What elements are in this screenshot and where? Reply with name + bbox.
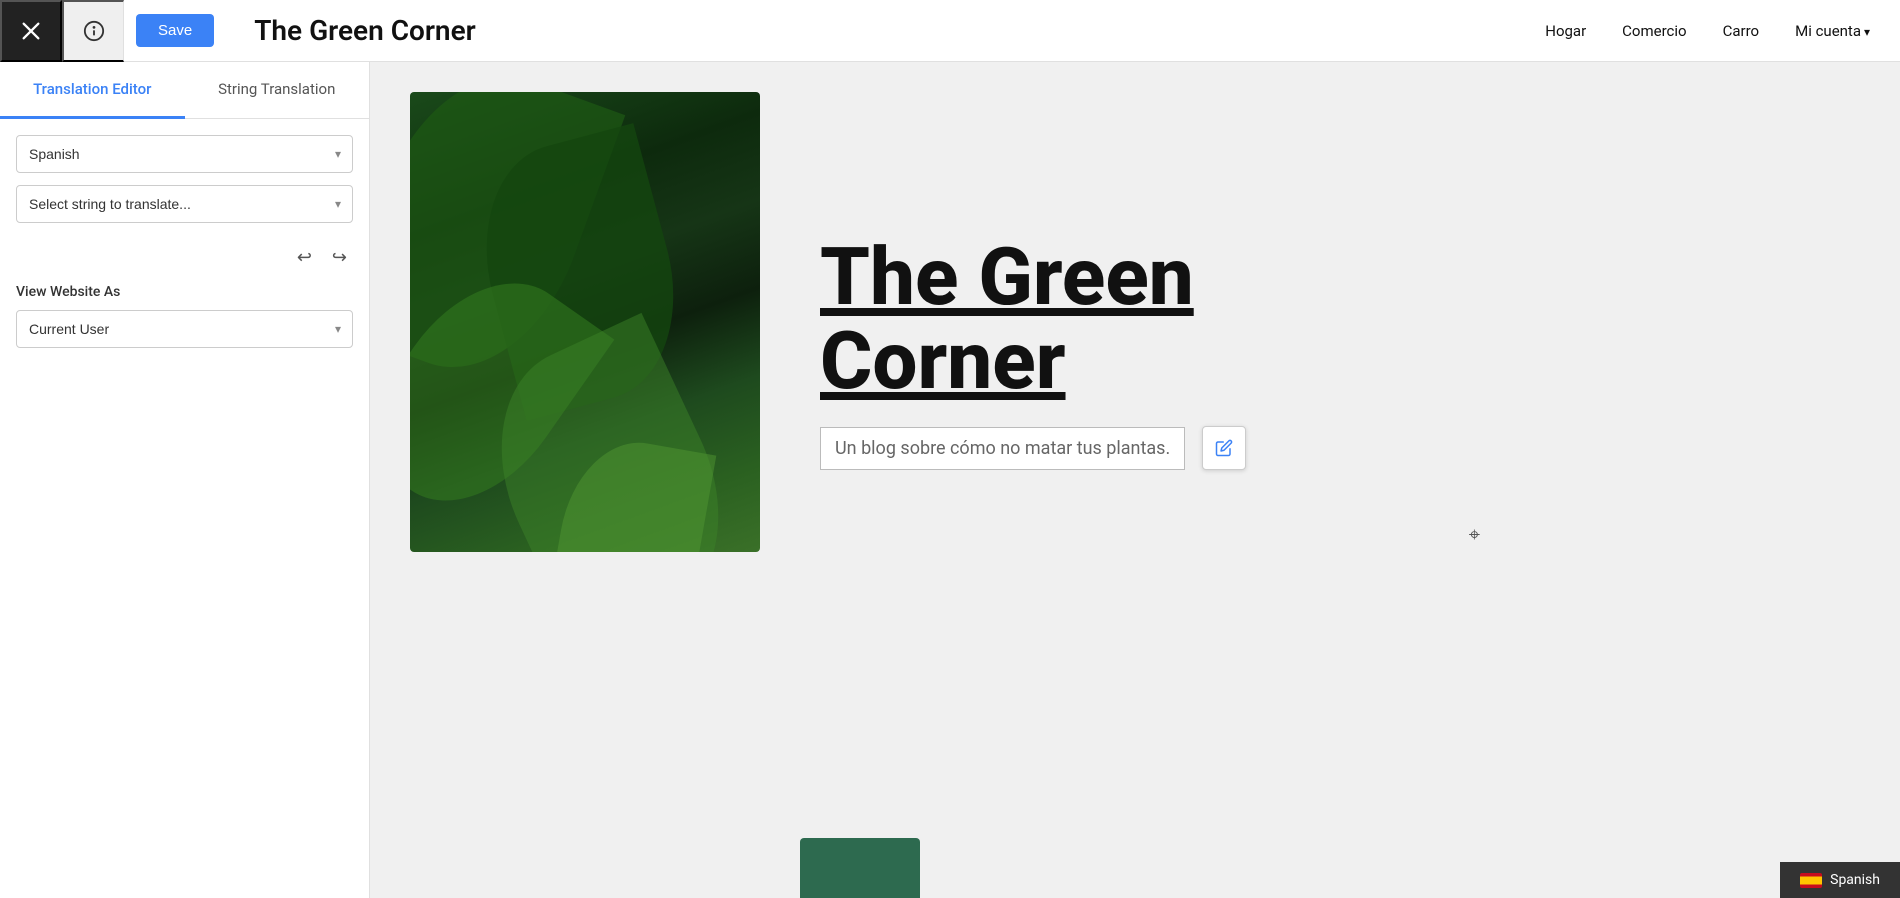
preview-content: The Green Corner Un blog sobre cómo no m…	[370, 62, 1900, 582]
spanish-badge-label: Spanish	[1830, 872, 1880, 888]
tab-string-translation[interactable]: String Translation	[185, 62, 370, 119]
undo-redo-bar: ↩ ↪	[0, 239, 369, 276]
top-nav: Hogar Comercio Carro Mi cuenta	[1545, 22, 1870, 40]
spanish-language-badge[interactable]: Spanish	[1780, 862, 1900, 898]
nav-comercio[interactable]: Comercio	[1622, 22, 1686, 40]
string-select-wrapper: Select string to translate... ▾	[16, 185, 353, 223]
edit-pencil-button[interactable]	[1202, 426, 1246, 470]
site-title: The Green Corner	[254, 14, 1545, 47]
redo-button[interactable]: ↪	[326, 243, 353, 272]
panel-content: Spanish French German Italian ▾ Select s…	[0, 119, 369, 239]
tab-bar: Translation Editor String Translation	[0, 62, 369, 119]
view-as-select-wrapper: Current User Guest Admin ▾	[16, 310, 353, 348]
top-bar: Save The Green Corner Hogar Comercio Car…	[0, 0, 1900, 62]
spanish-flag-icon	[1800, 873, 1822, 888]
string-select[interactable]: Select string to translate...	[16, 185, 353, 223]
nav-micuenta[interactable]: Mi cuenta	[1795, 22, 1870, 40]
view-as-label: View Website As	[16, 284, 353, 300]
cta-button-partial[interactable]	[800, 838, 920, 898]
hero-title-line1: The Green	[820, 230, 1194, 324]
main-layout: Translation Editor String Translation Sp…	[0, 62, 1900, 898]
language-select-wrapper: Spanish French German Italian ▾	[16, 135, 353, 173]
tab-translation-editor[interactable]: Translation Editor	[0, 62, 185, 119]
left-panel: Translation Editor String Translation Sp…	[0, 62, 370, 898]
view-as-select[interactable]: Current User Guest Admin	[16, 310, 353, 348]
hero-image	[410, 92, 760, 552]
hero-subtitle[interactable]: Un blog sobre cómo no matar tus plantas.	[820, 427, 1185, 470]
view-as-section: View Website As Current User Guest Admin…	[0, 276, 369, 348]
close-button[interactable]	[0, 0, 62, 62]
save-button[interactable]: Save	[136, 14, 214, 47]
undo-button[interactable]: ↩	[291, 243, 318, 272]
nav-carro[interactable]: Carro	[1723, 22, 1760, 40]
hero-text-area: The Green Corner Un blog sobre cómo no m…	[760, 92, 1194, 552]
language-select[interactable]: Spanish French German Italian	[16, 135, 353, 173]
info-button[interactable]	[62, 0, 124, 62]
preview-area: The Green Corner Un blog sobre cómo no m…	[370, 62, 1900, 898]
hero-title: The Green Corner	[820, 235, 1194, 403]
hero-title-line2: Corner	[820, 314, 1066, 408]
nav-hogar[interactable]: Hogar	[1545, 22, 1586, 40]
hero-subtitle-wrap: Un blog sobre cómo no matar tus plantas.	[820, 427, 1194, 470]
